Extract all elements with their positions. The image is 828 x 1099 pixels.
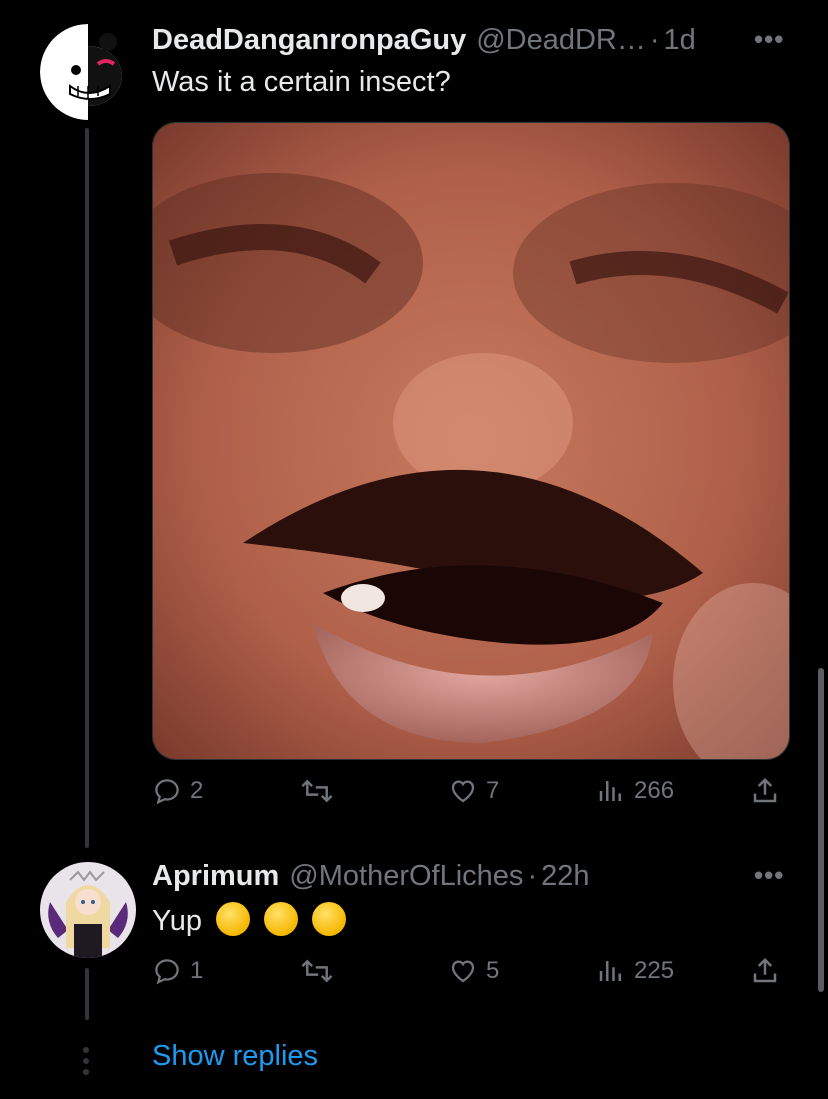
reply-icon <box>155 779 179 805</box>
author-handle[interactable]: @MotherOfLiches <box>289 860 523 893</box>
timestamp[interactable]: 1d <box>664 24 696 57</box>
timestamp[interactable]: 22h <box>541 860 589 893</box>
separator-dot: · <box>527 860 538 892</box>
retweet-button[interactable] <box>300 776 334 806</box>
views-icon <box>599 781 621 801</box>
view-count: 225 <box>634 957 675 984</box>
tweet-text: Yup <box>152 902 347 938</box>
share-button[interactable] <box>750 956 780 986</box>
tweet-header: Aprimum @MotherOfLiches · 22h <box>152 860 590 893</box>
like-count: 7 <box>486 777 500 804</box>
view-count: 266 <box>634 777 675 804</box>
author-name[interactable]: DeadDanganronpaGuy <box>152 24 466 57</box>
tweet-actions: 2 7 266 <box>152 776 788 816</box>
share-icon <box>753 777 777 803</box>
thread-line-bottom <box>85 968 89 1020</box>
heart-icon <box>451 780 475 803</box>
author-handle[interactable]: @DeadDR… <box>476 24 646 57</box>
views-icon <box>599 961 621 981</box>
reply-icon <box>155 959 179 985</box>
thread-line-top <box>85 128 89 848</box>
rofl-emoji-icon <box>216 902 251 936</box>
scrollbar-thumb[interactable] <box>818 668 824 992</box>
like-button[interactable]: 7 <box>448 776 499 806</box>
reply-count: 2 <box>190 777 204 804</box>
avatar[interactable] <box>40 862 136 958</box>
anime-character-avatar-icon <box>40 862 136 958</box>
rofl-emoji-icon <box>312 902 347 936</box>
reply-count: 1 <box>190 957 204 984</box>
more-options-icon[interactable]: ••• <box>754 860 784 891</box>
monokuma-avatar-icon <box>40 24 136 120</box>
like-button[interactable]: 5 <box>448 956 499 986</box>
author-name[interactable]: Aprimum <box>152 860 279 893</box>
tweet-media-image[interactable] <box>152 122 790 760</box>
laughing-face-image <box>153 123 789 759</box>
tweet-header: DeadDanganronpaGuy @DeadDR… · 1d <box>152 24 696 57</box>
more-replies-dots-icon <box>83 1047 89 1075</box>
rofl-emoji-icon <box>264 902 299 936</box>
retweet-button[interactable] <box>300 956 334 986</box>
more-options-icon[interactable]: ••• <box>754 24 784 55</box>
retweet-icon <box>301 959 333 983</box>
views-button[interactable]: 225 <box>596 956 674 986</box>
tweet-text-content: Yup <box>152 905 202 937</box>
reply-button[interactable]: 2 <box>152 776 203 806</box>
like-count: 5 <box>486 957 500 984</box>
tweet-actions: 1 5 225 <box>152 956 788 996</box>
avatar[interactable] <box>40 24 136 120</box>
views-button[interactable]: 266 <box>596 776 674 806</box>
tweet-text: Was it a certain insect? <box>152 66 451 98</box>
separator-dot: · <box>649 24 660 56</box>
heart-icon <box>451 960 475 983</box>
share-button[interactable] <box>750 776 780 806</box>
share-icon <box>753 957 777 983</box>
retweet-icon <box>301 779 333 803</box>
reply-button[interactable]: 1 <box>152 956 203 986</box>
show-replies-link[interactable]: Show replies <box>152 1040 318 1073</box>
